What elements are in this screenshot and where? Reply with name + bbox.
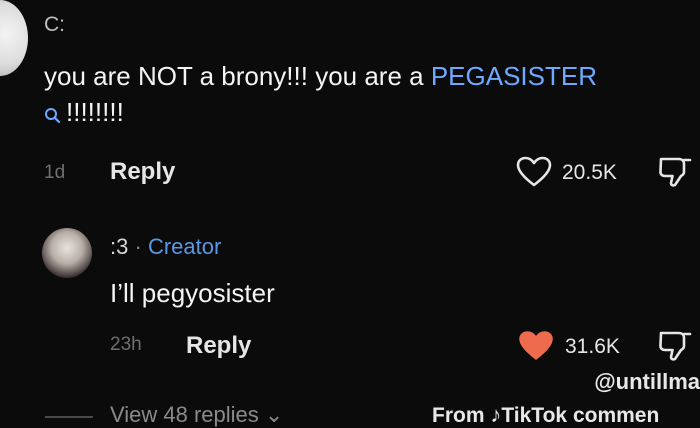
- comment-text-part2: !!!!!!!!: [66, 97, 124, 127]
- reply-username[interactable]: :3: [110, 234, 128, 259]
- search-icon[interactable]: [44, 100, 62, 136]
- reply-text: I’ll pegyosister: [110, 278, 275, 308]
- reply-timestamp: 23h: [110, 334, 142, 355]
- view-replies-label: View 48 replies: [110, 402, 259, 427]
- watermark-from: From: [432, 404, 485, 427]
- comment-text-part1: you are NOT a brony!!! you are a: [44, 61, 431, 91]
- reply-dislike-icon[interactable]: [657, 328, 693, 369]
- reply-user-line: :3 · Creator: [110, 234, 221, 260]
- creator-avatar[interactable]: [42, 228, 92, 278]
- comment-timestamp: 1d: [44, 162, 66, 183]
- reply-separator: ·: [134, 234, 142, 259]
- view-replies-divider: [45, 416, 93, 418]
- reply-like-count: 31.6K: [565, 335, 620, 358]
- search-highlight-link[interactable]: PEGASISTER: [431, 61, 597, 91]
- tiktok-watermark: From ♪TikTok commen: [432, 402, 659, 428]
- view-replies-button[interactable]: View 48 replies ⌄: [110, 402, 283, 428]
- chevron-down-icon: ⌄: [264, 402, 284, 427]
- commenter-avatar[interactable]: [0, 0, 28, 76]
- reply-reply-button[interactable]: Reply: [186, 332, 251, 360]
- creator-badge: Creator: [147, 234, 222, 259]
- comment-text: you are NOT a brony!!! you are a PEGASIS…: [44, 58, 694, 136]
- liked-heart-icon[interactable]: [518, 330, 554, 367]
- watermark-suffix: commen: [572, 404, 660, 427]
- dislike-icon[interactable]: [657, 154, 693, 195]
- watermark-handle: @untillma: [594, 369, 700, 394]
- watermark-logo: TikTok: [501, 404, 568, 427]
- comment-username[interactable]: C:: [44, 13, 65, 37]
- like-heart-icon[interactable]: [516, 156, 552, 193]
- tiktok-logo-icon: ♪: [490, 402, 502, 427]
- comment-like-count: 20.5K: [562, 161, 617, 184]
- comment-reply-button[interactable]: Reply: [110, 158, 175, 186]
